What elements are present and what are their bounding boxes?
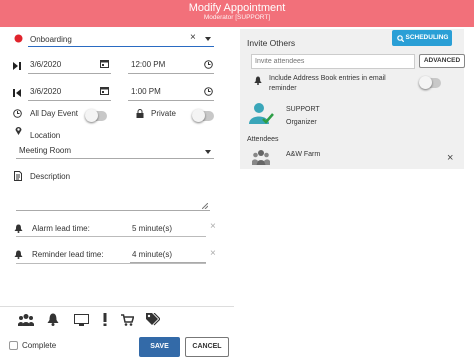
invite-title: Invite Others (247, 38, 296, 48)
calendar-icon[interactable] (100, 86, 109, 95)
scheduling-button[interactable]: SCHEDULING (392, 30, 452, 46)
group-icon[interactable] (18, 313, 34, 326)
invite-panel (240, 29, 464, 169)
clock-icon (13, 109, 22, 118)
attendees-label: Attendees (247, 136, 279, 143)
dialog-subtitle: Moderator [SUPPORT] (203, 14, 271, 21)
clock-icon[interactable] (204, 87, 213, 96)
exclamation-icon[interactable] (103, 313, 107, 326)
skip-forward-icon (13, 62, 21, 70)
cart-icon[interactable] (121, 314, 134, 326)
document-icon (14, 171, 22, 181)
address-book-toggle[interactable] (419, 76, 441, 89)
end-date-value: 3/6/2020 (30, 87, 62, 96)
bell-icon (254, 76, 262, 85)
location-pin-icon (15, 126, 22, 135)
divider (16, 263, 206, 264)
location-select[interactable]: Meeting Room (16, 144, 214, 159)
calendar-icon[interactable] (100, 59, 109, 68)
dialog-title: Modify Appointment (188, 2, 286, 14)
divider (16, 236, 206, 237)
divider (0, 306, 234, 307)
cancel-button[interactable]: CANCEL (185, 337, 229, 357)
end-time-field[interactable]: 1:00 PM (128, 84, 214, 101)
end-date-field[interactable]: 3/6/2020 (28, 84, 111, 101)
organizer-role: Organizer (286, 119, 317, 126)
clear-reminder-icon[interactable]: × (210, 249, 216, 259)
reminder-value: 4 minute(s) (132, 250, 173, 259)
start-time-field[interactable]: 12:00 PM (128, 57, 214, 74)
all-day-toggle[interactable] (85, 109, 107, 122)
skip-back-icon (13, 89, 21, 97)
complete-checkbox[interactable] (9, 341, 18, 350)
alarm-label: Alarm lead time: (32, 224, 90, 233)
private-label: Private (151, 109, 176, 118)
save-button[interactable]: SAVE (139, 337, 180, 357)
organizer-name: SUPPORT (286, 106, 320, 113)
all-day-label: All Day Event (30, 109, 79, 118)
reminder-select[interactable]: 4 minute(s) (130, 247, 206, 263)
start-time-value: 12:00 PM (131, 60, 166, 69)
complete-label: Complete (22, 341, 57, 350)
invite-attendees-input[interactable] (251, 54, 415, 69)
search-icon (397, 35, 404, 42)
location-label: Location (30, 131, 61, 140)
attendee-name: A&W Farm (286, 151, 321, 158)
remove-attendee-icon[interactable]: × (447, 153, 453, 164)
resize-handle-icon[interactable] (202, 203, 208, 209)
group-icon (252, 149, 270, 165)
title-value: Onboarding (30, 35, 72, 44)
alarm-value: 5 minute(s) (132, 224, 173, 233)
private-toggle[interactable] (192, 109, 214, 122)
start-date-field[interactable]: 3/6/2020 (28, 57, 111, 74)
red-dot-icon (14, 34, 23, 43)
description-textarea[interactable] (16, 185, 210, 211)
clear-alarm-icon[interactable]: × (210, 222, 216, 232)
alarm-select[interactable]: 5 minute(s) (130, 221, 206, 237)
advanced-button[interactable]: ADVANCED (419, 54, 465, 68)
end-time-value: 1:00 PM (131, 87, 161, 96)
chevron-down-icon[interactable] (205, 37, 211, 41)
address-book-label: Include Address Book entries in email re… (269, 75, 386, 92)
bell-icon[interactable] (47, 313, 59, 326)
location-value: Meeting Room (19, 146, 72, 155)
clear-icon[interactable]: × (190, 33, 196, 43)
description-label: Description (30, 172, 71, 181)
tags-icon[interactable] (146, 313, 160, 326)
dialog-header: Modify Appointment Moderator [SUPPORT] (0, 0, 474, 27)
reminder-label: Reminder lead time: (32, 250, 104, 259)
title-input[interactable]: Onboarding × (28, 30, 214, 47)
clock-icon[interactable] (204, 60, 213, 69)
monitor-icon[interactable] (74, 314, 89, 326)
lock-icon (136, 109, 144, 118)
bell-icon (14, 224, 23, 233)
chevron-down-icon[interactable] (205, 150, 211, 154)
bell-icon (14, 250, 23, 259)
organizer-avatar-icon (249, 102, 275, 126)
start-date-value: 3/6/2020 (30, 60, 62, 69)
